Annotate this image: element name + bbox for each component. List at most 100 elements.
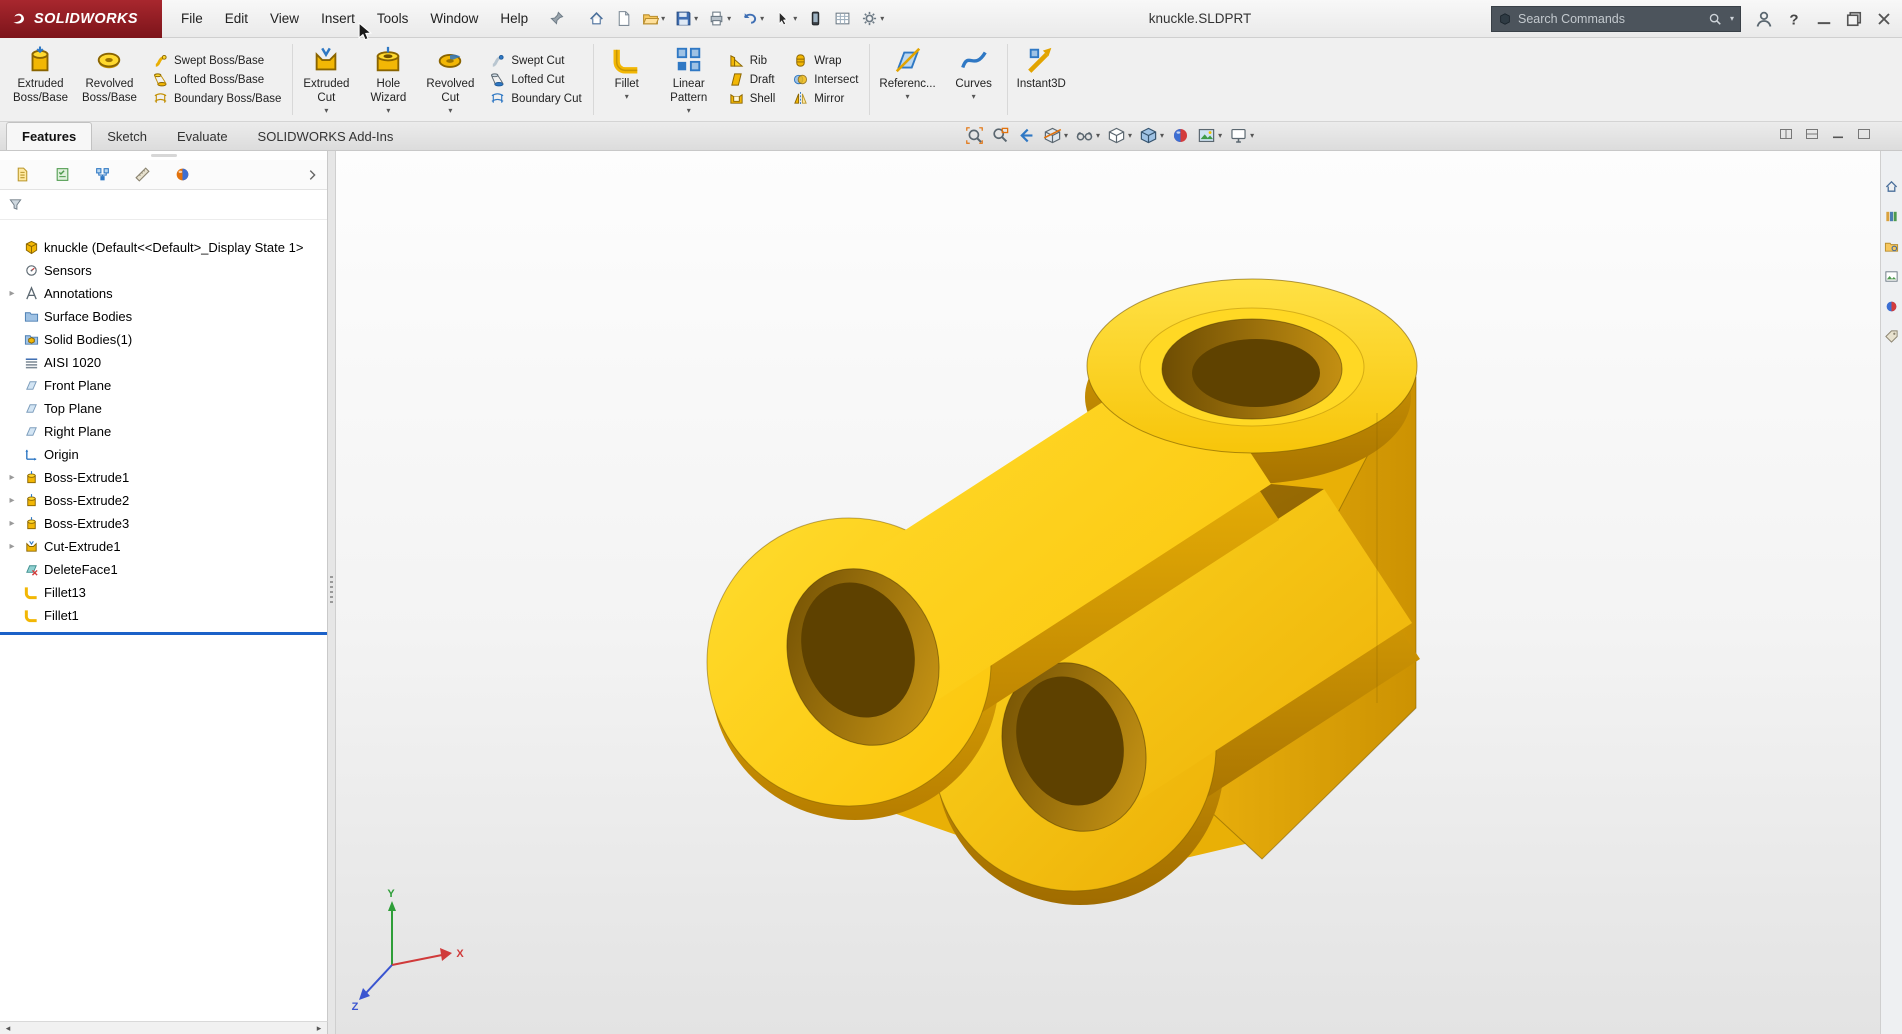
ribbon-button-boundary-boss-base[interactable]: Boundary Boss/Base <box>153 91 281 106</box>
panel-splitter[interactable] <box>328 151 336 1034</box>
view-settings-button[interactable]: ▾ <box>1228 124 1255 147</box>
menu-edit[interactable]: Edit <box>214 0 259 38</box>
panel-horizontal-scrollbar[interactable]: ◂ ▸ <box>0 1021 328 1034</box>
ribbon-button-lofted-boss-base[interactable]: Lofted Boss/Base <box>153 72 281 87</box>
dropdown-caret-icon[interactable]: ▾ <box>1096 132 1100 140</box>
dropdown-caret-icon[interactable]: ▾ <box>324 106 328 116</box>
undo-button[interactable]: ▾ <box>737 7 768 30</box>
dropdown-caret-icon[interactable]: ▾ <box>880 15 884 23</box>
tree-item-surface-bodies[interactable]: Surface Bodies <box>0 305 327 328</box>
ribbon-button-extruded-boss-base[interactable]: ExtrudedBoss/Base <box>6 40 75 119</box>
task-pane-design-library-button[interactable] <box>1884 209 1899 224</box>
zoom-area-button[interactable] <box>990 124 1011 147</box>
pane-two-button[interactable] <box>1804 126 1820 142</box>
dropdown-caret-icon[interactable]: ▾ <box>448 106 452 116</box>
tree-item-sensors[interactable]: Sensors <box>0 259 327 282</box>
ribbon-button-rib[interactable]: Rib <box>729 53 776 68</box>
tree-item-boss-extrude3[interactable]: ▸Boss-Extrude3 <box>0 512 327 535</box>
ribbon-button-boundary-cut[interactable]: Boundary Cut <box>490 91 581 106</box>
section-view-button[interactable]: ▾ <box>1042 124 1069 147</box>
ribbon-button-draft[interactable]: Draft <box>729 72 776 87</box>
panel-splitter-nub[interactable] <box>0 151 327 160</box>
display-style-button[interactable]: ▾ <box>1138 124 1165 147</box>
dropdown-caret-icon[interactable]: ▾ <box>793 15 797 23</box>
ribbon-button-lofted-cut[interactable]: Lofted Cut <box>490 72 581 87</box>
property-manager-tab[interactable] <box>54 166 71 183</box>
ribbon-button-mirror[interactable]: Mirror <box>793 91 858 106</box>
tree-item-solid-bodies-1[interactable]: Solid Bodies(1) <box>0 328 327 351</box>
tab-sketch[interactable]: Sketch <box>92 122 162 150</box>
tree-item-root[interactable]: knuckle (Default<<Default>_Display State… <box>0 236 327 259</box>
win-minimize-button[interactable] <box>1814 9 1834 29</box>
menu-view[interactable]: View <box>259 0 310 38</box>
rollback-bar[interactable] <box>0 632 327 635</box>
search-box[interactable]: ▾ <box>1491 6 1741 32</box>
dropdown-caret-icon[interactable]: ▾ <box>1250 132 1254 140</box>
menu-file[interactable]: File <box>170 0 214 38</box>
home-button[interactable] <box>584 7 609 30</box>
ribbon-button-linear-pattern[interactable]: LinearPattern▾ <box>658 40 720 119</box>
tree-item-top-plane[interactable]: Top Plane <box>0 397 327 420</box>
task-pane-view-palette-button[interactable] <box>1884 269 1899 284</box>
search-magnifier-icon[interactable] <box>1708 12 1722 26</box>
viewport-canvas[interactable]: Y X Z <box>328 151 1880 1034</box>
ribbon-button-revolved-boss-base[interactable]: RevolvedBoss/Base <box>75 40 144 119</box>
ribbon-button-revolved-cut[interactable]: RevolvedCut▾ <box>419 40 481 119</box>
dimxpert-manager-tab[interactable] <box>134 166 151 183</box>
dropdown-caret-icon[interactable]: ▾ <box>694 15 698 23</box>
model-knuckle[interactable] <box>707 279 1420 905</box>
pin-icon[interactable] <box>549 11 564 26</box>
configuration-manager-tab[interactable] <box>94 166 111 183</box>
dropdown-caret-icon[interactable]: ▾ <box>386 106 390 116</box>
pane-split-button[interactable] <box>1778 126 1794 142</box>
panel-collapse-button[interactable] <box>305 168 319 182</box>
ribbon-button-intersect[interactable]: Intersect <box>793 72 858 87</box>
tree-item-fillet13[interactable]: Fillet13 <box>0 581 327 604</box>
zoom-fit-button[interactable] <box>964 124 985 147</box>
print-button[interactable]: ▾ <box>704 7 735 30</box>
ribbon-button-curves[interactable]: Curves▾ <box>943 40 1005 119</box>
tree-item-right-plane[interactable]: Right Plane <box>0 420 327 443</box>
ribbon-button-referenc[interactable]: Referenc...▾ <box>872 40 942 119</box>
dropdown-caret-icon[interactable]: ▾ <box>625 92 629 102</box>
dropdown-caret-icon[interactable]: ▾ <box>1160 132 1164 140</box>
sheet-button[interactable] <box>830 7 855 30</box>
pane-one-button[interactable] <box>1856 126 1872 142</box>
ribbon-button-instant3d[interactable]: Instant3D <box>1010 40 1073 119</box>
win-restore-button[interactable] <box>1844 9 1864 29</box>
task-pane-resources-button[interactable] <box>1884 179 1899 194</box>
ribbon-button-swept-cut[interactable]: Swept Cut <box>490 53 581 68</box>
dropdown-caret-icon[interactable]: ▾ <box>1128 132 1132 140</box>
new-doc-button[interactable] <box>611 7 636 30</box>
ribbon-button-shell[interactable]: Shell <box>729 91 776 106</box>
tree-item-cut-extrude1[interactable]: ▸Cut-Extrude1 <box>0 535 327 558</box>
fm-tree-tab[interactable] <box>14 166 31 183</box>
help-button[interactable]: ? <box>1784 9 1804 29</box>
tree-item-aisi-1020[interactable]: AISI 1020 <box>0 351 327 374</box>
task-pane-appearances-button[interactable] <box>1884 299 1899 314</box>
device-button[interactable] <box>803 7 828 30</box>
dropdown-caret-icon[interactable]: ▾ <box>760 15 764 23</box>
tab-solidworks-add-ins[interactable]: SOLIDWORKS Add-Ins <box>243 122 409 150</box>
tab-evaluate[interactable]: Evaluate <box>162 122 243 150</box>
search-dropdown-caret-icon[interactable]: ▾ <box>1730 15 1734 23</box>
user-button[interactable] <box>1754 9 1774 29</box>
menu-window[interactable]: Window <box>419 0 489 38</box>
dropdown-caret-icon[interactable]: ▾ <box>906 92 910 102</box>
ribbon-button-fillet[interactable]: Fillet▾ <box>596 40 658 119</box>
apply-scene-button[interactable]: ▾ <box>1196 124 1223 147</box>
tab-features[interactable]: Features <box>6 122 92 150</box>
dropdown-caret-icon[interactable]: ▾ <box>661 15 665 23</box>
tree-item-deleteface1[interactable]: DeleteFace1 <box>0 558 327 581</box>
expand-arrow-icon[interactable]: ▸ <box>9 496 14 506</box>
win-minimize-button[interactable] <box>1830 126 1846 142</box>
scroll-right-icon[interactable]: ▸ <box>311 1022 327 1034</box>
expand-arrow-icon[interactable]: ▸ <box>9 519 14 529</box>
search-input[interactable] <box>1518 12 1702 26</box>
options-button[interactable]: ▾ <box>857 7 888 30</box>
dropdown-caret-icon[interactable]: ▾ <box>727 15 731 23</box>
tree-item-boss-extrude1[interactable]: ▸Boss-Extrude1 <box>0 466 327 489</box>
ribbon-button-wrap[interactable]: Wrap <box>793 53 858 68</box>
expand-arrow-icon[interactable]: ▸ <box>9 542 14 552</box>
view-orientation-button[interactable]: ▾ <box>1106 124 1133 147</box>
